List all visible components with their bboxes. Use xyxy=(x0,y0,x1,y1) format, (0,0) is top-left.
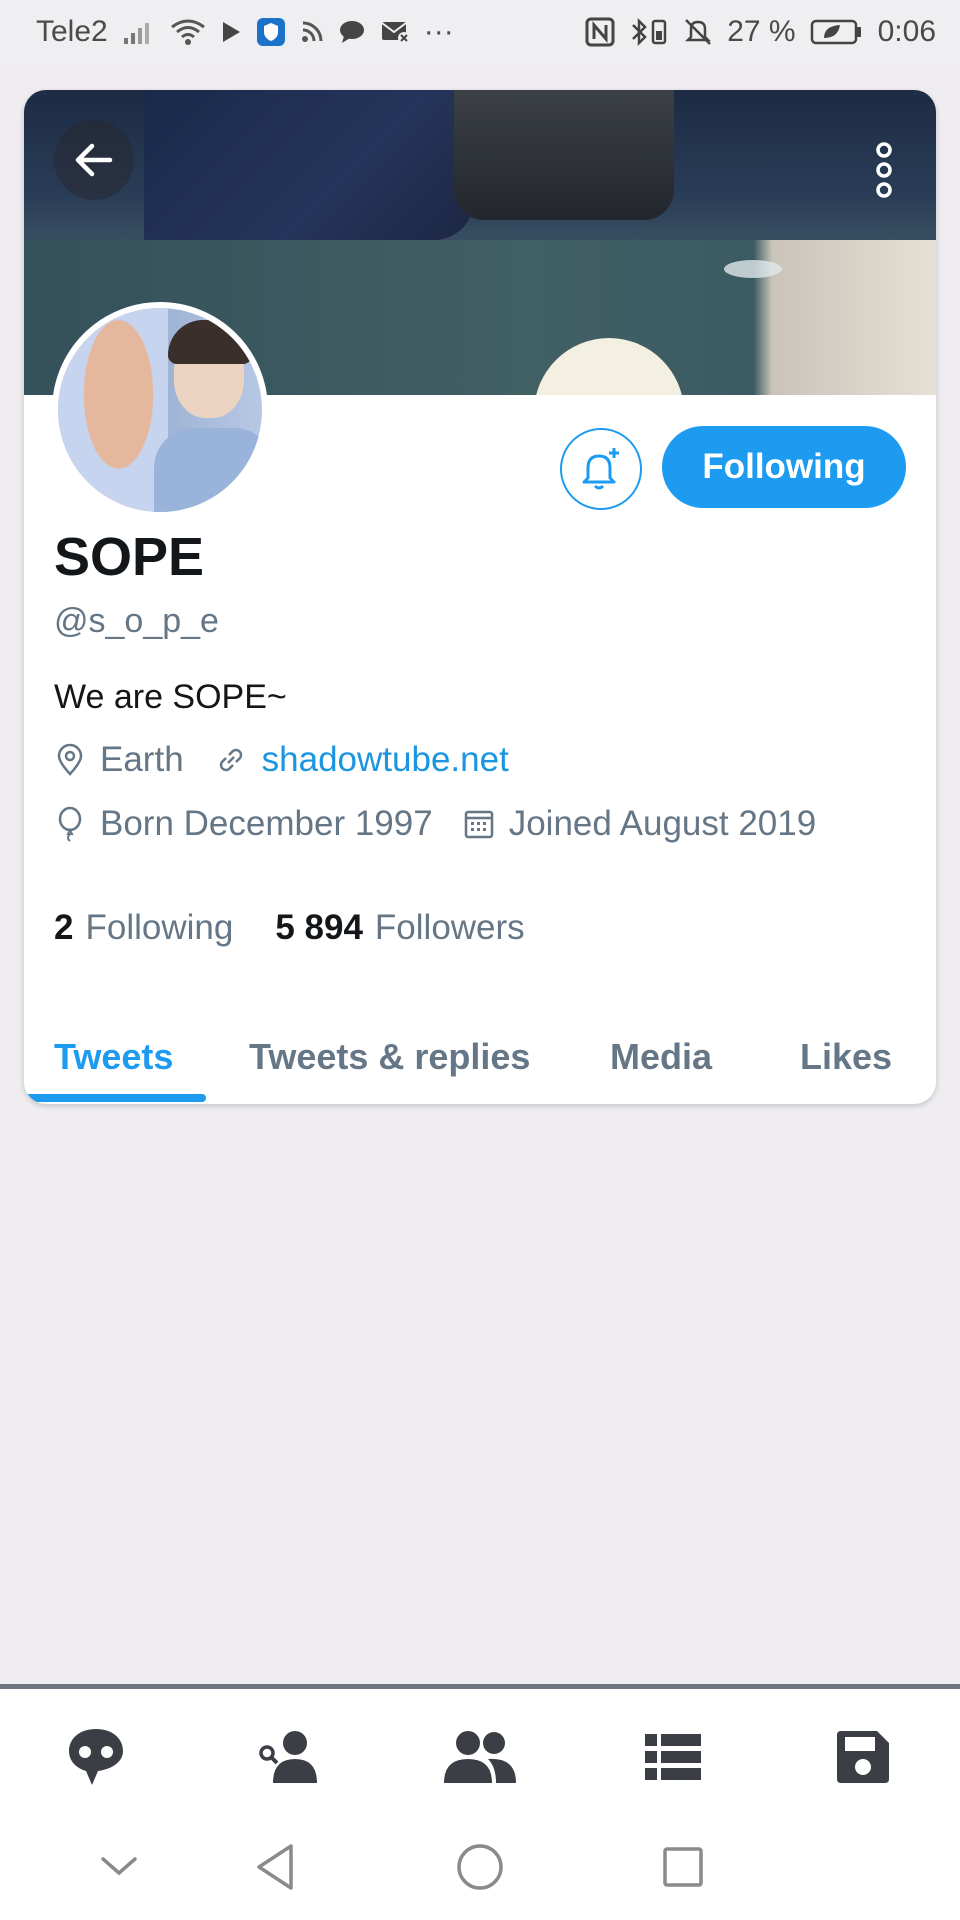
nav-timeline-button[interactable] xyxy=(48,1709,144,1805)
home-circle-icon xyxy=(457,1844,503,1890)
active-tab-indicator xyxy=(24,1094,206,1102)
list-icon xyxy=(645,1734,701,1780)
more-options-button[interactable] xyxy=(844,120,924,220)
avatar[interactable] xyxy=(52,302,268,518)
tab-likes[interactable]: Likes xyxy=(800,1036,892,1078)
following-stat[interactable]: 2 Following xyxy=(54,908,233,948)
location-text: Earth xyxy=(100,740,184,779)
vertical-dots-icon xyxy=(876,142,892,198)
location: Earth xyxy=(54,740,184,780)
calendar-icon xyxy=(463,808,495,840)
bluetooth-battery-icon xyxy=(629,17,669,47)
profile-bio: We are SOPE~ xyxy=(54,678,287,716)
nav-search-user-button[interactable] xyxy=(242,1709,338,1805)
bottom-navigation xyxy=(0,1684,960,1806)
sys-collapse-button[interactable] xyxy=(84,1832,154,1902)
signal-icon xyxy=(122,18,156,46)
followers-stat[interactable]: 5 894 Followers xyxy=(275,908,524,948)
system-navigation-bar xyxy=(0,1806,960,1920)
nfc-icon xyxy=(585,17,615,47)
more-notifications: ··· xyxy=(423,15,454,48)
followers-label: Followers xyxy=(374,908,525,947)
profile-meta-row-1: Earth shadowtube.net xyxy=(54,740,539,780)
location-pin-icon xyxy=(54,743,86,777)
birthday: Born December 1997 xyxy=(54,804,433,844)
search-user-icon xyxy=(259,1731,317,1783)
back-button[interactable] xyxy=(54,120,134,200)
rss-icon xyxy=(300,20,324,44)
bell-off-icon xyxy=(683,17,713,47)
carrier-label: Tele2 xyxy=(36,15,108,48)
website[interactable]: shadowtube.net xyxy=(214,740,509,780)
joined: Joined August 2019 xyxy=(463,804,816,844)
shield-app-icon xyxy=(256,17,286,47)
mail-muted-icon xyxy=(380,19,410,45)
arrow-left-icon xyxy=(75,143,113,177)
nav-users-button[interactable] xyxy=(432,1709,528,1805)
sys-home-button[interactable] xyxy=(445,1832,515,1902)
following-label: Following xyxy=(85,908,234,947)
chat-icon xyxy=(338,19,366,45)
tab-tweets-replies[interactable]: Tweets & replies xyxy=(249,1036,530,1078)
nav-saved-button[interactable] xyxy=(815,1709,911,1805)
followers-count: 5 894 xyxy=(275,908,363,947)
tab-media[interactable]: Media xyxy=(610,1036,712,1078)
profile-stats: 2 Following 5 894 Followers xyxy=(54,908,567,948)
following-button[interactable]: Following xyxy=(662,426,906,508)
tab-tweets[interactable]: Tweets xyxy=(54,1036,173,1078)
profile-name: SOPE xyxy=(54,527,205,587)
speech-bubble-icon xyxy=(69,1729,123,1785)
nav-lists-button[interactable] xyxy=(625,1709,721,1805)
profile-meta-row-2: Born December 1997 Joined August 2019 xyxy=(54,804,846,844)
notify-bell-button[interactable] xyxy=(560,428,642,510)
battery-percent: 27 % xyxy=(727,15,796,48)
users-icon xyxy=(444,1731,516,1783)
profile-card: Following SOPE @s_o_p_e We are SOPE~ Ear… xyxy=(24,90,936,1104)
sys-recents-button[interactable] xyxy=(648,1832,718,1902)
link-icon xyxy=(214,743,248,777)
wifi-icon xyxy=(170,18,206,46)
balloon-icon xyxy=(54,806,86,842)
sys-back-button[interactable] xyxy=(240,1832,310,1902)
bell-plus-icon xyxy=(582,448,619,490)
chevron-down-icon xyxy=(101,1857,137,1876)
save-icon xyxy=(837,1731,889,1783)
battery-icon xyxy=(810,18,864,46)
following-count: 2 xyxy=(54,908,74,947)
profile-tabs: Tweets Tweets & replies Media Likes xyxy=(24,1010,936,1104)
status-bar: Tele2 ··· 27 % 0:06 xyxy=(0,0,960,64)
clock: 0:06 xyxy=(877,15,936,48)
back-triangle-icon xyxy=(257,1844,293,1890)
play-icon xyxy=(220,20,242,44)
joined-text: Joined August 2019 xyxy=(508,804,817,843)
website-link[interactable]: shadowtube.net xyxy=(262,740,509,780)
born-text: Born December 1997 xyxy=(100,804,433,843)
recents-square-icon xyxy=(663,1847,703,1887)
profile-handle: @s_o_p_e xyxy=(54,602,219,640)
